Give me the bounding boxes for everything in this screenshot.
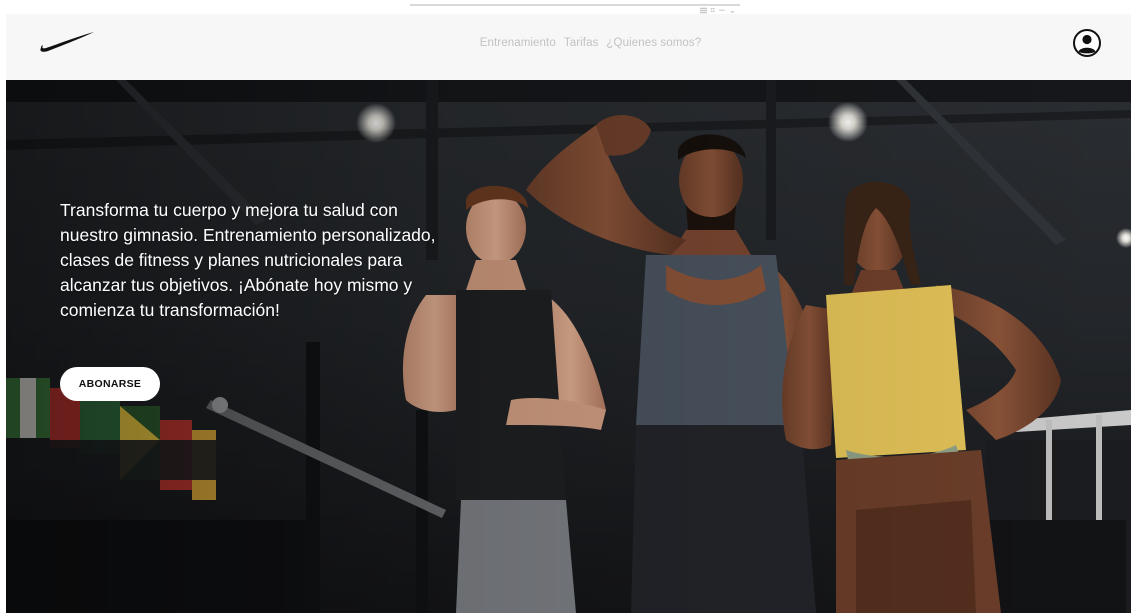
top-divider <box>410 4 740 6</box>
hero-image <box>6 80 1131 613</box>
nav-item-tarifas[interactable]: Tarifas <box>564 37 599 49</box>
hero-description: Transforma tu cuerpo y mejora tu salud c… <box>60 199 436 320</box>
user-circle-icon[interactable] <box>1072 28 1102 58</box>
nav-item-quienes-somos[interactable]: ¿Quienes somos? <box>606 37 701 49</box>
page: ⌗ − ⌄ Entrenamiento Tarifas ¿Quienes som… <box>0 0 1131 613</box>
site-header: Entrenamiento Tarifas ¿Quienes somos? <box>6 14 1131 80</box>
nav-item-entrenamiento[interactable]: Entrenamiento <box>480 37 556 49</box>
abonarse-button[interactable]: ABONARSE <box>60 367 160 401</box>
main-nav: Entrenamiento Tarifas ¿Quienes somos? <box>6 14 1131 72</box>
hero-section: Transforma tu cuerpo y mejora tu salud c… <box>6 80 1131 613</box>
